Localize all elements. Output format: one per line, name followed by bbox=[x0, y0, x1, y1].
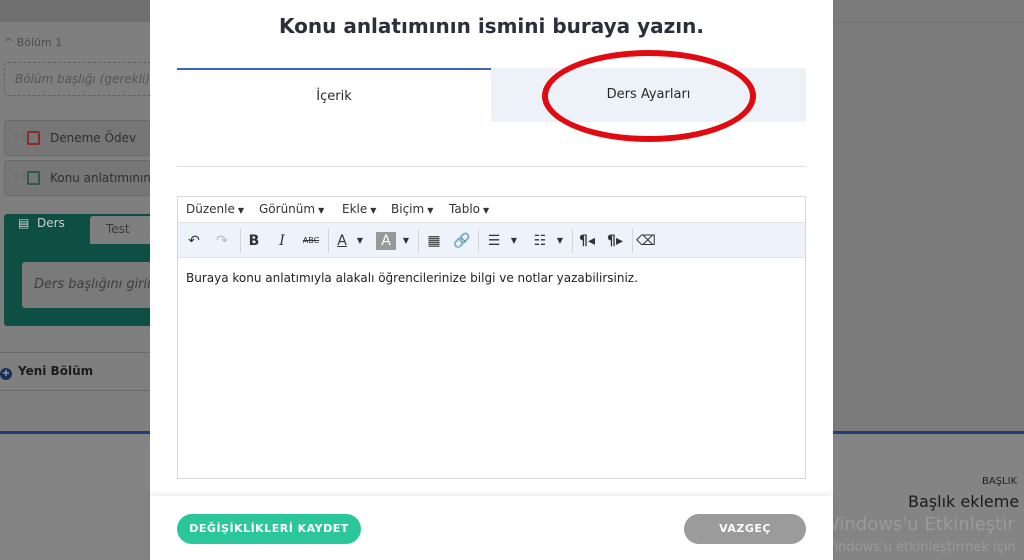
right-panel bbox=[833, 0, 1024, 431]
media-icon[interactable]: ▦ bbox=[424, 231, 444, 251]
caret-down-icon: ▼ bbox=[370, 206, 377, 215]
editor-content-area[interactable]: Buraya konu anlatımıyla alakalı öğrencil… bbox=[178, 259, 805, 478]
caret-down-icon[interactable]: ▼ bbox=[354, 231, 366, 251]
caret-down-icon[interactable]: ▼ bbox=[400, 231, 412, 251]
editor-menubar: Düzenle ▼ Görünüm ▼ Ekle ▼ Biçim ▼ Tablo ▼ bbox=[178, 197, 805, 221]
section-title-input[interactable]: Bölüm başlığı (gerekli) bbox=[4, 62, 164, 96]
ltr-paragraph-icon[interactable]: ¶◂ bbox=[576, 231, 598, 251]
lesson-title-input[interactable]: Ders başlığını girin bbox=[22, 262, 162, 308]
caret-down-icon[interactable]: ▼ bbox=[554, 231, 566, 251]
bullet-list-icon[interactable]: ☰ bbox=[484, 231, 504, 251]
tab-content[interactable]: İçerik bbox=[177, 68, 491, 122]
save-changes-button[interactable]: DEĞİŞİKLİKLERİ KAYDET bbox=[177, 514, 361, 544]
undo-icon[interactable]: ↶ bbox=[184, 231, 204, 251]
task-icon bbox=[27, 131, 40, 145]
redo-icon[interactable]: ↷ bbox=[212, 231, 232, 251]
windows-activation-subtitle: Windows'u etkinleştirmek için bbox=[822, 540, 1016, 555]
modal-footer: DEĞİŞİKLİKLERİ KAYDET VAZGEÇ bbox=[150, 496, 833, 560]
caret-down-icon: ▼ bbox=[483, 206, 490, 215]
rtl-paragraph-icon[interactable]: ¶▸ bbox=[604, 231, 626, 251]
heading-label: BAŞLIK bbox=[982, 476, 1018, 487]
link-icon[interactable]: 🔗 bbox=[452, 231, 472, 251]
caret-down-icon: ▼ bbox=[318, 206, 325, 215]
new-section-button[interactable]: + Yeni Bölüm bbox=[0, 364, 93, 380]
editor-toolbar: ↶ ↷ B I ABC A ▼ A ▼ ▦ 🔗 ☰ ▼ ☷ ▼ ¶◂ ¶▸ ⌫ bbox=[178, 222, 805, 258]
drag-handle-icon[interactable]: ⋮⋮ bbox=[11, 131, 29, 142]
strikethrough-icon[interactable]: ABC bbox=[300, 231, 322, 251]
highlight-color-icon[interactable]: A bbox=[376, 232, 396, 250]
plus-icon: + bbox=[0, 368, 12, 380]
outline-item-homework[interactable]: ⋮⋮ Deneme Ödev bbox=[4, 120, 164, 156]
highlight-ellipse-annotation bbox=[542, 50, 756, 142]
caret-down-icon: ▼ bbox=[427, 206, 434, 215]
modal-title[interactable]: Konu anlatımının ismini buraya yazın. bbox=[150, 14, 833, 38]
caret-down-icon: ▼ bbox=[237, 206, 245, 215]
course-outline-panel: ^ Bölüm 1 Bölüm başlığı (gerekli) ⋮⋮ Den… bbox=[0, 0, 164, 430]
menu-edit[interactable]: Düzenle ▼ bbox=[186, 202, 244, 216]
menu-view[interactable]: Görünüm ▼ bbox=[259, 202, 324, 216]
numbered-list-icon[interactable]: ☷ bbox=[530, 231, 550, 251]
menu-format[interactable]: Biçim ▼ bbox=[391, 202, 433, 216]
cancel-button[interactable]: VAZGEÇ bbox=[684, 514, 806, 544]
bold-icon[interactable]: B bbox=[244, 231, 264, 251]
drag-handle-icon[interactable]: ⋮⋮ bbox=[11, 171, 29, 182]
italic-icon[interactable]: I bbox=[272, 231, 292, 251]
section-header[interactable]: ^ Bölüm 1 bbox=[4, 36, 62, 49]
caret-down-icon[interactable]: ▼ bbox=[508, 231, 520, 251]
menu-table[interactable]: Tablo ▼ bbox=[449, 202, 489, 216]
text-color-icon[interactable]: A bbox=[332, 231, 352, 251]
menu-insert[interactable]: Ekle ▼ bbox=[342, 202, 376, 216]
tab-lesson[interactable]: ▤ Ders bbox=[18, 216, 65, 230]
clear-format-icon[interactable]: ⌫ bbox=[636, 231, 656, 251]
heading-placeholder: Başlık ekleme bbox=[908, 492, 1020, 511]
outline-item-lesson[interactable]: ⋮⋮ Konu anlatımının bbox=[4, 160, 164, 196]
lesson-edit-modal: Konu anlatımının ismini buraya yazın. İç… bbox=[150, 0, 833, 560]
document-icon bbox=[27, 171, 40, 185]
windows-activation-title: Windows'u Etkinleştir bbox=[822, 514, 1015, 535]
rich-text-editor: Düzenle ▼ Görünüm ▼ Ekle ▼ Biçim ▼ Tablo ▼ ↶ … bbox=[177, 196, 806, 479]
